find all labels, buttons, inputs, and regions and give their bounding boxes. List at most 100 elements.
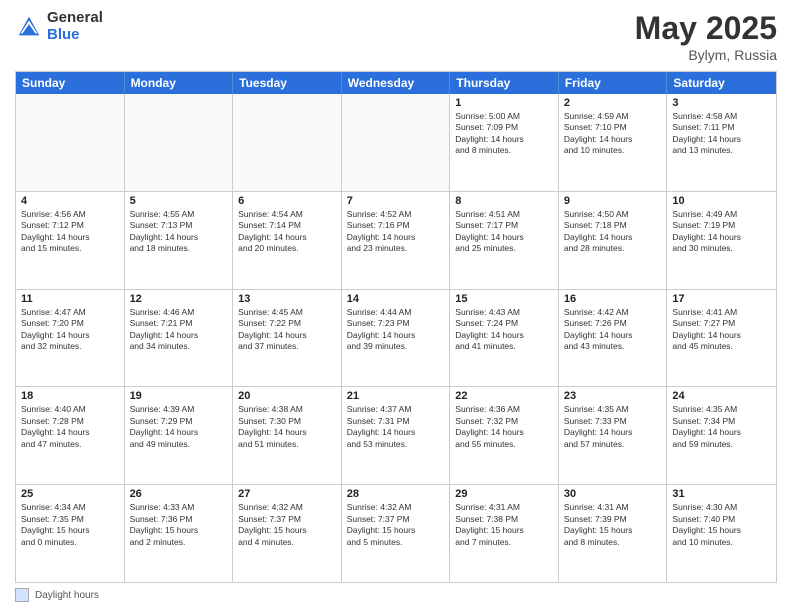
day-number: 3 (672, 97, 771, 109)
day-number: 30 (564, 488, 662, 500)
calendar: Sunday Monday Tuesday Wednesday Thursday… (15, 71, 777, 583)
weekday-sunday: Sunday (16, 72, 125, 94)
cal-row-2: 4 Sunrise: 4:56 AM Sunset: 7:12 PM Daylig… (16, 192, 776, 290)
day-number: 12 (130, 293, 228, 305)
day-number: 29 (455, 488, 553, 500)
calendar-body: 1 Sunrise: 5:00 AM Sunset: 7:09 PM Daylig… (16, 94, 776, 582)
cal-cell-4-2: 19 Sunrise: 4:39 AM Sunset: 7:29 PM Dayli… (125, 387, 234, 484)
cal-cell-3-5: 15 Sunrise: 4:43 AM Sunset: 7:24 PM Dayli… (450, 290, 559, 387)
day-number: 11 (21, 293, 119, 305)
day-info: Sunrise: 4:32 AM Sunset: 7:37 PM Dayligh… (347, 502, 445, 548)
cal-cell-3-2: 12Sunrise: 4:46 AM Sunset: 7:21 PM Dayli… (125, 290, 234, 387)
logo-text: General Blue (47, 10, 103, 43)
day-info: Sunrise: 4:51 AM Sunset: 7:17 PM Dayligh… (455, 209, 553, 255)
cal-cell-1-7: 3 Sunrise: 4:58 AM Sunset: 7:11 PM Daylig… (667, 94, 776, 191)
day-number: 25 (21, 488, 119, 500)
day-number: 28 (347, 488, 445, 500)
day-number: 22 (455, 390, 553, 402)
title-month: May 2025 (635, 10, 777, 47)
cal-cell-5-5: 29 Sunrise: 4:31 AM Sunset: 7:38 PM Dayli… (450, 485, 559, 582)
day-number: 14 (347, 293, 445, 305)
day-info: Sunrise: 4:49 AM Sunset: 7:19 PM Dayligh… (672, 209, 771, 255)
cal-cell-3-4: 14 Sunrise: 4:44 AM Sunset: 7:23 PM Dayli… (342, 290, 451, 387)
cal-cell-4-7: 24Sunrise: 4:35 AM Sunset: 7:34 PM Dayli… (667, 387, 776, 484)
day-number: 18 (21, 390, 119, 402)
header: General Blue May 2025 Bylym, Russia (15, 10, 777, 63)
weekday-monday: Monday (125, 72, 234, 94)
footer: Daylight hours (15, 588, 777, 602)
day-info: Sunrise: 4:36 AM Sunset: 7:32 PM Dayligh… (455, 404, 553, 450)
cal-cell-1-2 (125, 94, 234, 191)
cal-cell-2-3: 6Sunrise: 4:54 AM Sunset: 7:14 PM Daylig… (233, 192, 342, 289)
cal-cell-3-7: 17 Sunrise: 4:41 AM Sunset: 7:27 PM Dayli… (667, 290, 776, 387)
day-number: 21 (347, 390, 445, 402)
cal-cell-2-4: 7 Sunrise: 4:52 AM Sunset: 7:16 PM Daylig… (342, 192, 451, 289)
logo: General Blue (15, 10, 103, 43)
cal-cell-4-4: 21 Sunrise: 4:37 AM Sunset: 7:31 PM Dayli… (342, 387, 451, 484)
day-info: Sunrise: 4:56 AM Sunset: 7:12 PM Dayligh… (21, 209, 119, 255)
day-info: Sunrise: 4:38 AM Sunset: 7:30 PM Dayligh… (238, 404, 336, 450)
day-info: Sunrise: 4:30 AM Sunset: 7:40 PM Dayligh… (672, 502, 771, 548)
day-info: Sunrise: 4:54 AM Sunset: 7:14 PM Dayligh… (238, 209, 336, 255)
day-number: 24 (672, 390, 771, 402)
cal-cell-3-3: 13Sunrise: 4:45 AM Sunset: 7:22 PM Dayli… (233, 290, 342, 387)
day-info: Sunrise: 4:43 AM Sunset: 7:24 PM Dayligh… (455, 307, 553, 353)
cal-cell-4-1: 18 Sunrise: 4:40 AM Sunset: 7:28 PM Dayli… (16, 387, 125, 484)
cal-row-1: 1 Sunrise: 5:00 AM Sunset: 7:09 PM Daylig… (16, 94, 776, 192)
cal-cell-3-1: 11Sunrise: 4:47 AM Sunset: 7:20 PM Dayli… (16, 290, 125, 387)
day-info: Sunrise: 4:44 AM Sunset: 7:23 PM Dayligh… (347, 307, 445, 353)
day-number: 26 (130, 488, 228, 500)
day-info: Sunrise: 4:32 AM Sunset: 7:37 PM Dayligh… (238, 502, 336, 548)
day-info: Sunrise: 4:58 AM Sunset: 7:11 PM Dayligh… (672, 111, 771, 157)
cal-cell-4-5: 22 Sunrise: 4:36 AM Sunset: 7:32 PM Dayli… (450, 387, 559, 484)
cal-cell-1-4 (342, 94, 451, 191)
day-info: Sunrise: 4:34 AM Sunset: 7:35 PM Dayligh… (21, 502, 119, 548)
day-number: 20 (238, 390, 336, 402)
weekday-tuesday: Tuesday (233, 72, 342, 94)
cal-cell-1-1 (16, 94, 125, 191)
day-info: Sunrise: 4:40 AM Sunset: 7:28 PM Dayligh… (21, 404, 119, 450)
logo-general-text: General (47, 10, 103, 27)
day-info: Sunrise: 4:59 AM Sunset: 7:10 PM Dayligh… (564, 111, 662, 157)
day-number: 7 (347, 195, 445, 207)
cal-cell-5-3: 27 Sunrise: 4:32 AM Sunset: 7:37 PM Dayli… (233, 485, 342, 582)
cal-cell-4-3: 20 Sunrise: 4:38 AM Sunset: 7:30 PM Dayli… (233, 387, 342, 484)
day-info: Sunrise: 4:52 AM Sunset: 7:16 PM Dayligh… (347, 209, 445, 255)
cal-cell-1-6: 2 Sunrise: 4:59 AM Sunset: 7:10 PM Daylig… (559, 94, 668, 191)
cal-cell-5-2: 26Sunrise: 4:33 AM Sunset: 7:36 PM Dayli… (125, 485, 234, 582)
day-number: 23 (564, 390, 662, 402)
logo-icon (15, 13, 43, 41)
calendar-header: Sunday Monday Tuesday Wednesday Thursday… (16, 72, 776, 94)
cal-cell-1-3 (233, 94, 342, 191)
day-info: Sunrise: 4:37 AM Sunset: 7:31 PM Dayligh… (347, 404, 445, 450)
day-number: 27 (238, 488, 336, 500)
day-number: 13 (238, 293, 336, 305)
day-number: 17 (672, 293, 771, 305)
day-info: Sunrise: 4:41 AM Sunset: 7:27 PM Dayligh… (672, 307, 771, 353)
title-block: May 2025 Bylym, Russia (635, 10, 777, 63)
day-number: 4 (21, 195, 119, 207)
day-info: Sunrise: 5:00 AM Sunset: 7:09 PM Dayligh… (455, 111, 553, 157)
day-number: 10 (672, 195, 771, 207)
day-number: 2 (564, 97, 662, 109)
day-info: Sunrise: 4:50 AM Sunset: 7:18 PM Dayligh… (564, 209, 662, 255)
day-info: Sunrise: 4:35 AM Sunset: 7:33 PM Dayligh… (564, 404, 662, 450)
cal-cell-2-7: 10 Sunrise: 4:49 AM Sunset: 7:19 PM Dayli… (667, 192, 776, 289)
weekday-thursday: Thursday (450, 72, 559, 94)
cal-cell-5-1: 25 Sunrise: 4:34 AM Sunset: 7:35 PM Dayli… (16, 485, 125, 582)
daylight-label: Daylight hours (35, 590, 99, 601)
day-info: Sunrise: 4:31 AM Sunset: 7:38 PM Dayligh… (455, 502, 553, 548)
day-number: 1 (455, 97, 553, 109)
daylight-legend-box (15, 588, 29, 602)
day-number: 31 (672, 488, 771, 500)
cal-cell-3-6: 16Sunrise: 4:42 AM Sunset: 7:26 PM Dayli… (559, 290, 668, 387)
cal-row-3: 11Sunrise: 4:47 AM Sunset: 7:20 PM Dayli… (16, 290, 776, 388)
day-info: Sunrise: 4:39 AM Sunset: 7:29 PM Dayligh… (130, 404, 228, 450)
day-number: 15 (455, 293, 553, 305)
weekday-saturday: Saturday (667, 72, 776, 94)
cal-cell-5-6: 30Sunrise: 4:31 AM Sunset: 7:39 PM Dayli… (559, 485, 668, 582)
day-number: 19 (130, 390, 228, 402)
weekday-wednesday: Wednesday (342, 72, 451, 94)
cal-cell-4-6: 23 Sunrise: 4:35 AM Sunset: 7:33 PM Dayli… (559, 387, 668, 484)
day-info: Sunrise: 4:42 AM Sunset: 7:26 PM Dayligh… (564, 307, 662, 353)
